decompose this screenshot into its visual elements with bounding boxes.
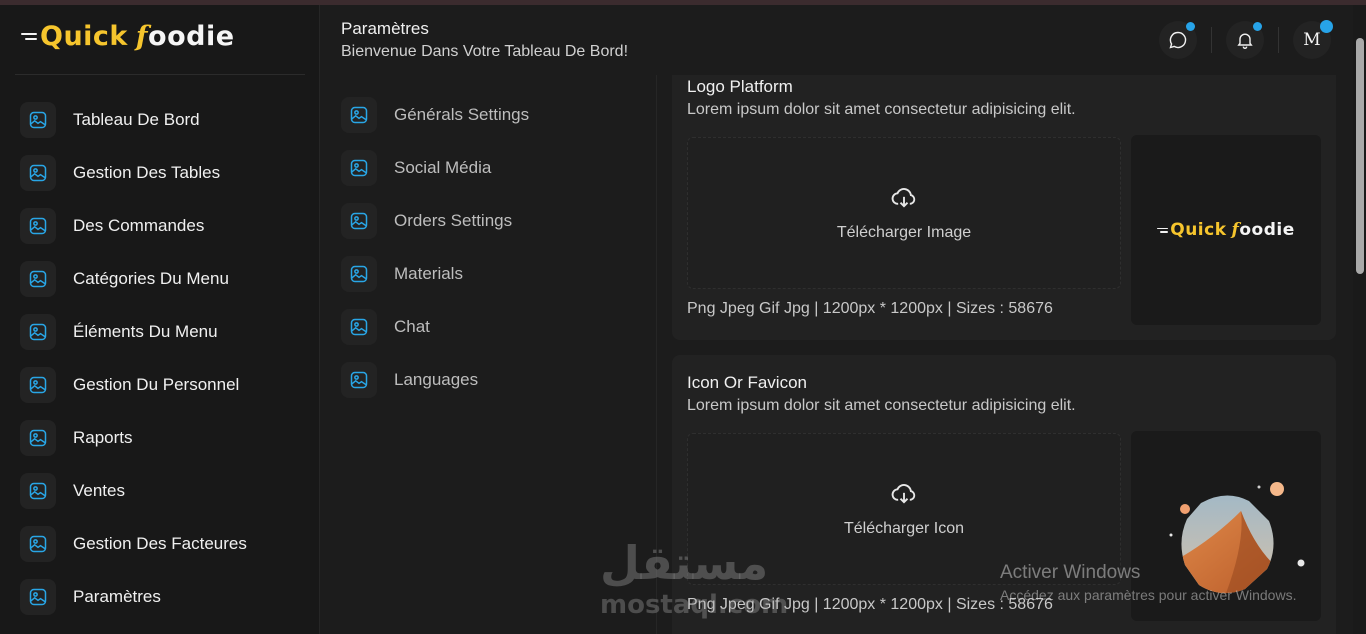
image-icon (20, 419, 56, 456)
sidebar-item-label: Gestion Du Personnel (73, 374, 240, 394)
image-icon (20, 260, 56, 297)
sidebar-item-raports[interactable]: Raports (20, 411, 310, 464)
submenu-item-label: Materials (394, 263, 463, 283)
mostaql-watermark-latin: mostaql.com (600, 590, 789, 620)
image-icon (20, 207, 56, 244)
card-description: Lorem ipsum dolor sit amet consectetur a… (687, 397, 1076, 414)
cloud-download-icon (891, 484, 916, 504)
page-subtitle: Bienvenue Dans Votre Tableau De Bord! (341, 43, 629, 60)
page-header: Paramètres Bienvenue Dans Votre Tableau … (321, 5, 1353, 75)
image-icon (341, 361, 377, 398)
sidebar: Quick f oodie Tableau De Bord Gestion De… (0, 5, 320, 634)
logo-format-info: Png Jpeg Gif Jpg | 1200px * 1200px | Siz… (687, 300, 1053, 317)
submenu-item-materials[interactable]: Materials (341, 247, 529, 300)
image-icon (341, 149, 377, 186)
sidebar-item-elements-du-menu[interactable]: Éléments Du Menu (20, 305, 310, 358)
sidebar-item-des-commandes[interactable]: Des Commandes (20, 199, 310, 252)
image-icon (341, 255, 377, 292)
page-title: Paramètres (341, 19, 429, 38)
submenu-item-label: Chat (394, 316, 430, 336)
sidebar-item-label: Paramètres (73, 586, 161, 606)
menu-lines-icon (1157, 226, 1169, 235)
bell-icon (1237, 33, 1253, 49)
windows-activation-subtitle: Accédez aux paramètres pour activer Wind… (1000, 587, 1297, 603)
submenu-item-orders-settings[interactable]: Orders Settings (341, 194, 529, 247)
sidebar-item-gestion-du-personnel[interactable]: Gestion Du Personnel (20, 358, 310, 411)
header-divider (1211, 27, 1212, 53)
upload-image-dropzone[interactable]: Télécharger Image (687, 137, 1121, 289)
sidebar-item-gestion-des-facteures[interactable]: Gestion Des Facteures (20, 517, 310, 570)
mostaql-watermark-arabic: مستقل (600, 536, 769, 590)
image-icon (341, 308, 377, 345)
preview-brand-part-oodie: oodie (1239, 220, 1295, 240)
sidebar-item-label: Ventes (73, 480, 125, 500)
brand-part-oodie: oodie (148, 21, 235, 52)
submenu-item-chat[interactable]: Chat (341, 300, 529, 353)
image-icon (20, 525, 56, 562)
menu-lines-icon (21, 30, 37, 43)
card-description: Lorem ipsum dolor sit amet consectetur a… (687, 101, 1076, 118)
avatar[interactable]: M (1293, 20, 1333, 59)
sidebar-nav: Tableau De Bord Gestion Des Tables Des C… (20, 93, 310, 623)
sidebar-item-label: Éléments Du Menu (73, 321, 218, 341)
brand-logo[interactable]: Quick f oodie (21, 21, 235, 52)
image-icon (20, 101, 56, 138)
image-icon (20, 366, 56, 403)
image-icon (20, 313, 56, 350)
page-scrollbar[interactable] (1353, 5, 1366, 634)
avatar-initial: M (1303, 30, 1321, 50)
sidebar-item-label: Des Commandes (73, 215, 205, 235)
brand-part-quick: Quick (40, 21, 128, 52)
sidebar-item-label: Gestion Des Facteures (73, 533, 247, 553)
sidebar-item-gestion-des-tables[interactable]: Gestion Des Tables (20, 146, 310, 199)
cloud-download-icon (891, 188, 916, 208)
upload-icon-label: Télécharger Icon (843, 520, 965, 537)
chat-button[interactable] (1159, 21, 1197, 59)
submenu-item-languages[interactable]: Languages (341, 353, 529, 406)
sidebar-item-parametres[interactable]: Paramètres (20, 570, 310, 623)
preview-brand-part-quick: Quick (1170, 220, 1227, 240)
image-icon (341, 202, 377, 239)
avatar-status-dot (1320, 20, 1333, 33)
brand-area: Quick f oodie (15, 5, 305, 75)
sidebar-item-label: Catégories Du Menu (73, 268, 229, 288)
preview-brand-part-f: f (1231, 220, 1240, 240)
header-divider (1278, 27, 1279, 53)
card-title: Icon Or Favicon (687, 373, 807, 392)
submenu-item-label: Languages (394, 369, 479, 389)
windows-activation-title: Activer Windows (1000, 562, 1141, 583)
upload-image-label: Télécharger Image (836, 224, 972, 241)
chat-bubble-icon (1169, 31, 1187, 49)
image-icon (20, 154, 56, 191)
logo-platform-card: Logo Platform Lorem ipsum dolor sit amet… (672, 75, 1336, 340)
sidebar-item-label: Gestion Des Tables (73, 162, 221, 182)
chat-notification-dot (1186, 22, 1195, 31)
scrollbar-thumb[interactable] (1356, 38, 1364, 274)
notifications-button[interactable] (1226, 21, 1264, 59)
submenu-item-social-media[interactable]: Social Média (341, 141, 529, 194)
favicon-preview-image (1169, 482, 1305, 594)
sidebar-item-ventes[interactable]: Ventes (20, 464, 310, 517)
image-icon (20, 578, 56, 615)
submenu-item-label: Social Média (394, 157, 492, 177)
image-icon (20, 472, 56, 509)
header-actions: M (1159, 20, 1333, 59)
settings-submenu-list: Générals Settings Social Média Orders Se… (341, 88, 529, 406)
sidebar-item-tableau-de-bord[interactable]: Tableau De Bord (20, 93, 310, 146)
sidebar-item-label: Tableau De Bord (73, 109, 200, 129)
sidebar-item-label: Raports (73, 427, 133, 447)
brand-part-f: f (135, 21, 149, 52)
submenu-item-generals-settings[interactable]: Générals Settings (341, 88, 529, 141)
card-title: Logo Platform (687, 77, 793, 96)
notifications-dot (1253, 22, 1262, 31)
sidebar-item-categories-du-menu[interactable]: Catégories Du Menu (20, 252, 310, 305)
logo-preview: Quick f oodie (1131, 135, 1321, 325)
preview-logo: Quick f oodie (1157, 220, 1294, 240)
image-icon (341, 96, 377, 133)
submenu-item-label: Orders Settings (394, 210, 513, 230)
submenu-item-label: Générals Settings (394, 104, 530, 124)
